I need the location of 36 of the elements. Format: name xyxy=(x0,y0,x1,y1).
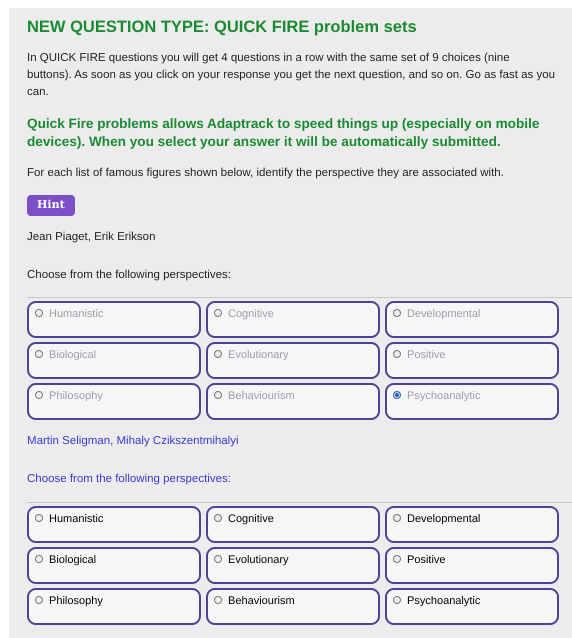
radio-icon[interactable] xyxy=(35,309,43,318)
radio-icon[interactable] xyxy=(393,309,401,318)
radio-icon[interactable] xyxy=(214,391,222,400)
figures-text: Jean Piaget, Erik Erikson xyxy=(27,230,156,245)
radio-icon[interactable] xyxy=(35,596,43,604)
radio-icon[interactable] xyxy=(393,350,401,358)
radio-icon[interactable] xyxy=(35,554,43,563)
choice-button[interactable]: Humanistic xyxy=(27,506,201,543)
radio-icon[interactable] xyxy=(214,596,222,604)
radio-icon[interactable] xyxy=(393,514,401,522)
radio-icon[interactable] xyxy=(393,391,401,400)
prompt-text: Choose from the following perspectives: xyxy=(27,268,232,283)
highlight-paragraph: Quick Fire problems allows Adaptrack to speed things up (especially on mobile devices). When you select your answer it will be automatically submitted. xyxy=(27,114,540,151)
intro-paragraph: In QUICK FIRE questions you will get 4 questions in a row with the same set of 9 choices (nine buttons). As soon as you click on your response you get the next question, and so on. Go as fast as you can. xyxy=(27,50,556,100)
radio-icon[interactable] xyxy=(214,309,222,318)
radio-icon[interactable] xyxy=(393,596,401,604)
choice-button[interactable]: Biological xyxy=(27,546,201,584)
figures-text: Martin Seligman, Mihaly Czikszentmihalyi xyxy=(27,434,240,450)
hint-button[interactable]: Hint xyxy=(27,195,75,216)
radio-icon[interactable] xyxy=(35,350,43,358)
choice-button[interactable]: Positive xyxy=(385,546,559,584)
radio-icon[interactable] xyxy=(214,514,222,522)
choice-button[interactable]: Behaviourism xyxy=(206,588,380,625)
radio-icon[interactable] xyxy=(214,350,222,358)
choice-button[interactable]: Cognitive xyxy=(206,506,380,543)
radio-icon[interactable] xyxy=(35,391,43,400)
instruction-text: For each list of famous figures shown below, identify the perspective they are associated with. xyxy=(27,166,505,181)
choice-button[interactable]: Psychoanalytic xyxy=(385,588,559,625)
radio-icon[interactable] xyxy=(35,514,43,522)
choice-button[interactable]: Developmental xyxy=(385,506,559,543)
page-heading: NEW QUESTION TYPE: QUICK FIRE problem sets xyxy=(27,18,418,38)
choice-button[interactable]: Evolutionary xyxy=(206,546,380,584)
radio-icon[interactable] xyxy=(214,554,222,563)
choice-button[interactable]: Philosophy xyxy=(27,588,201,625)
radio-icon[interactable] xyxy=(393,554,401,563)
prompt-text: Choose from the following perspectives: xyxy=(27,472,232,488)
